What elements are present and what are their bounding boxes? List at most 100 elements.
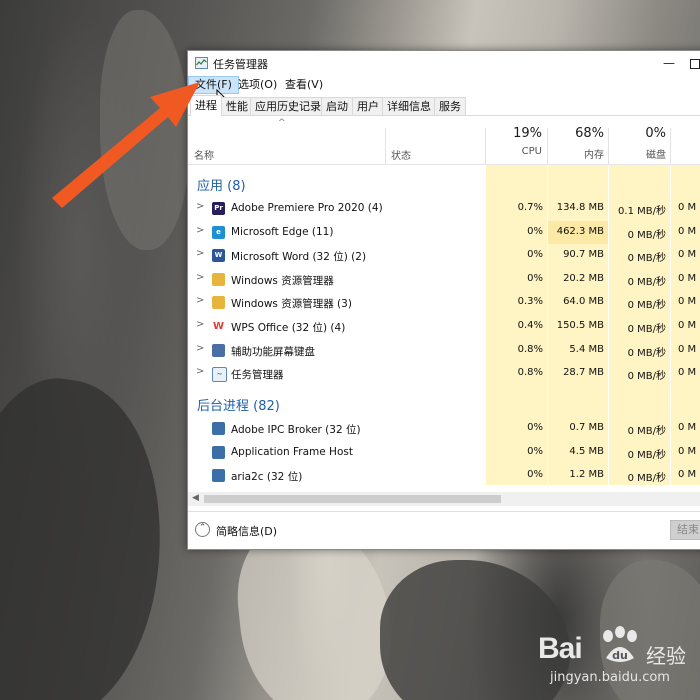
end-task-button[interactable]: 结束 — [670, 520, 700, 540]
column-disk[interactable]: 0% 磁盘 — [606, 126, 666, 161]
process-cpu: 0.8% — [517, 343, 543, 355]
process-name: Microsoft Word (32 位) (2) — [231, 251, 367, 264]
chevron-right-icon[interactable]: > — [196, 248, 204, 259]
footer-bar: ⌃ 简略信息(D) 结束 — [188, 511, 700, 549]
chevron-right-icon[interactable]: > — [196, 319, 204, 330]
process-row[interactable]: > W Microsoft Word (32 位) (2) 0% 90.7 MB 0 MB… — [188, 244, 700, 267]
process-row[interactable]: > ~ 任务管理器 0.8% 28.7 MB 0 MB/秒 0 M — [188, 362, 700, 385]
scroll-left-icon[interactable]: ◀ — [192, 493, 199, 503]
process-cpu: 0% — [527, 469, 543, 481]
column-divider[interactable] — [670, 128, 671, 164]
chevron-right-icon[interactable]: > — [196, 343, 204, 354]
process-name: aria2c (32 位) — [231, 471, 303, 484]
process-disk: 0 MB/秒 — [627, 253, 666, 265]
column-cpu[interactable]: 19% CPU — [482, 126, 542, 157]
tab-startup[interactable]: 启动 — [321, 97, 353, 115]
memory-label: 内存 — [584, 150, 604, 161]
process-row[interactable]: > Windows 资源管理器 0% 20.2 MB 0 MB/秒 0 M — [188, 268, 700, 291]
process-name: Adobe IPC Broker (32 位) — [231, 424, 361, 436]
group-background-title: 后台进程 (82) — [197, 399, 280, 414]
process-disk: 0 MB/秒 — [627, 276, 666, 288]
horizontal-scrollbar[interactable]: ◀ — [188, 492, 700, 506]
process-row[interactable]: > Pr Adobe Premiere Pro 2020 (4) 0.7% 134.8 … — [188, 197, 700, 220]
process-cpu: 0.4% — [517, 320, 543, 331]
maximize-button[interactable] — [682, 51, 700, 75]
process-cpu: 0.8% — [517, 367, 543, 379]
process-disk: 0 MB/秒 — [627, 426, 666, 437]
process-memory: 150.5 MB — [556, 320, 604, 331]
process-row[interactable]: Adobe IPC Broker (32 位) 0% 0.7 MB 0 MB/秒 0 M — [188, 417, 700, 440]
process-cpu: 0% — [527, 249, 543, 261]
fewer-details-button[interactable]: 简略信息(D) — [216, 523, 277, 539]
process-disk: 0 MB/秒 — [627, 229, 666, 241]
process-name: Microsoft Edge (11) — [231, 225, 334, 238]
process-disk: 0 MB/秒 — [627, 473, 666, 485]
task-manager-window: 任务管理器 — 文件(F) 选项(O) 查看(V) 进程 性能 应用历史记录 启… — [187, 50, 700, 550]
process-network: 0 M — [678, 445, 697, 457]
tab-app-history[interactable]: 应用历史记录 — [250, 97, 326, 115]
process-memory: 4.5 MB — [569, 445, 604, 457]
process-cpu: 0.7% — [517, 202, 543, 213]
process-name: 辅助功能屏幕键盘 — [231, 345, 315, 358]
chevron-right-icon[interactable]: > — [196, 225, 204, 236]
process-row[interactable]: aria2c (32 位) 0% 1.2 MB 0 MB/秒 0 M — [188, 464, 700, 485]
process-memory: 0.7 MB — [569, 422, 604, 433]
chevron-right-icon[interactable]: > — [196, 295, 204, 306]
word-icon: W — [212, 249, 225, 263]
keyboard-icon — [212, 343, 225, 357]
title-bar[interactable]: 任务管理器 — — [188, 51, 700, 76]
process-name: 任务管理器 — [231, 369, 284, 382]
cpu-label: CPU — [521, 146, 542, 157]
process-memory: 134.8 MB — [556, 202, 604, 213]
process-network: 0 M — [678, 422, 697, 433]
task-manager-icon — [195, 57, 208, 69]
process-memory: 5.4 MB — [569, 343, 604, 355]
tab-services[interactable]: 服务 — [434, 97, 466, 115]
chevron-right-icon[interactable]: > — [196, 366, 204, 377]
tab-details[interactable]: 详细信息 — [382, 97, 436, 115]
process-row[interactable]: > e Microsoft Edge (11) 0% 462.3 MB 0 MB/秒 0 M — [188, 220, 700, 244]
column-divider[interactable] — [385, 128, 386, 164]
chevron-up-icon[interactable]: ⌃ — [195, 522, 210, 537]
process-network: 0 M — [678, 320, 697, 331]
watermark-url: jingyan.baidu.com — [550, 670, 670, 685]
process-row[interactable]: > Windows 资源管理器 (3) 0.3% 64.0 MB 0 MB/秒 0 M — [188, 291, 700, 314]
process-memory: 64.0 MB — [563, 296, 604, 308]
chevron-right-icon[interactable]: > — [196, 272, 204, 283]
chevron-right-icon[interactable]: > — [196, 201, 204, 212]
process-network: 0 M — [678, 272, 697, 284]
process-row[interactable]: > 辅助功能屏幕键盘 0.8% 5.4 MB 0 MB/秒 0 M — [188, 339, 700, 362]
column-name[interactable]: 名称 — [194, 147, 214, 162]
process-network: 0 M — [678, 296, 697, 308]
process-row[interactable]: Application Frame Host 0% 4.5 MB 0 MB/秒 0 M — [188, 441, 700, 464]
scrollbar-thumb[interactable] — [204, 495, 501, 503]
column-status[interactable]: 状态 — [391, 147, 411, 162]
folder-icon — [212, 296, 225, 310]
process-cpu: 0% — [527, 225, 543, 237]
process-network: 0 M — [678, 202, 697, 213]
minimize-button[interactable]: — — [656, 51, 682, 75]
tab-users[interactable]: 用户 — [352, 97, 384, 115]
process-name: Windows 资源管理器 (3) — [231, 298, 352, 311]
process-cpu: 0% — [527, 272, 543, 284]
tab-performance[interactable]: 性能 — [221, 97, 253, 115]
process-row[interactable]: > W WPS Office (32 位) (4) 0.4% 150.5 MB 0 MB/… — [188, 315, 700, 338]
cpu-total: 19% — [513, 126, 542, 141]
maximize-icon — [690, 58, 700, 69]
disk-label: 磁盘 — [646, 150, 666, 161]
menu-options[interactable]: 选项(O) — [232, 77, 283, 93]
wps-icon: W — [212, 320, 225, 333]
process-disk: 0 MB/秒 — [627, 371, 666, 383]
premiere-icon: Pr — [212, 202, 225, 215]
baidu-jingyan-watermark: Bai du 经验 jingyan.baidu.com — [538, 626, 698, 696]
paw-icon: du — [603, 626, 637, 662]
menu-bar: 文件(F) 选项(O) 查看(V) — [188, 76, 700, 107]
process-network: 0 M — [678, 225, 697, 237]
column-header: ^ 名称 状态 19% CPU 68% 内存 0% 磁盘 — [188, 116, 700, 165]
column-memory[interactable]: 68% 内存 — [544, 126, 604, 161]
tab-processes[interactable]: 进程 — [190, 95, 222, 116]
process-network: 0 M — [678, 343, 697, 355]
menu-view[interactable]: 查看(V) — [279, 77, 329, 93]
process-cpu: 0% — [527, 445, 543, 457]
minimize-icon: — — [663, 56, 675, 70]
